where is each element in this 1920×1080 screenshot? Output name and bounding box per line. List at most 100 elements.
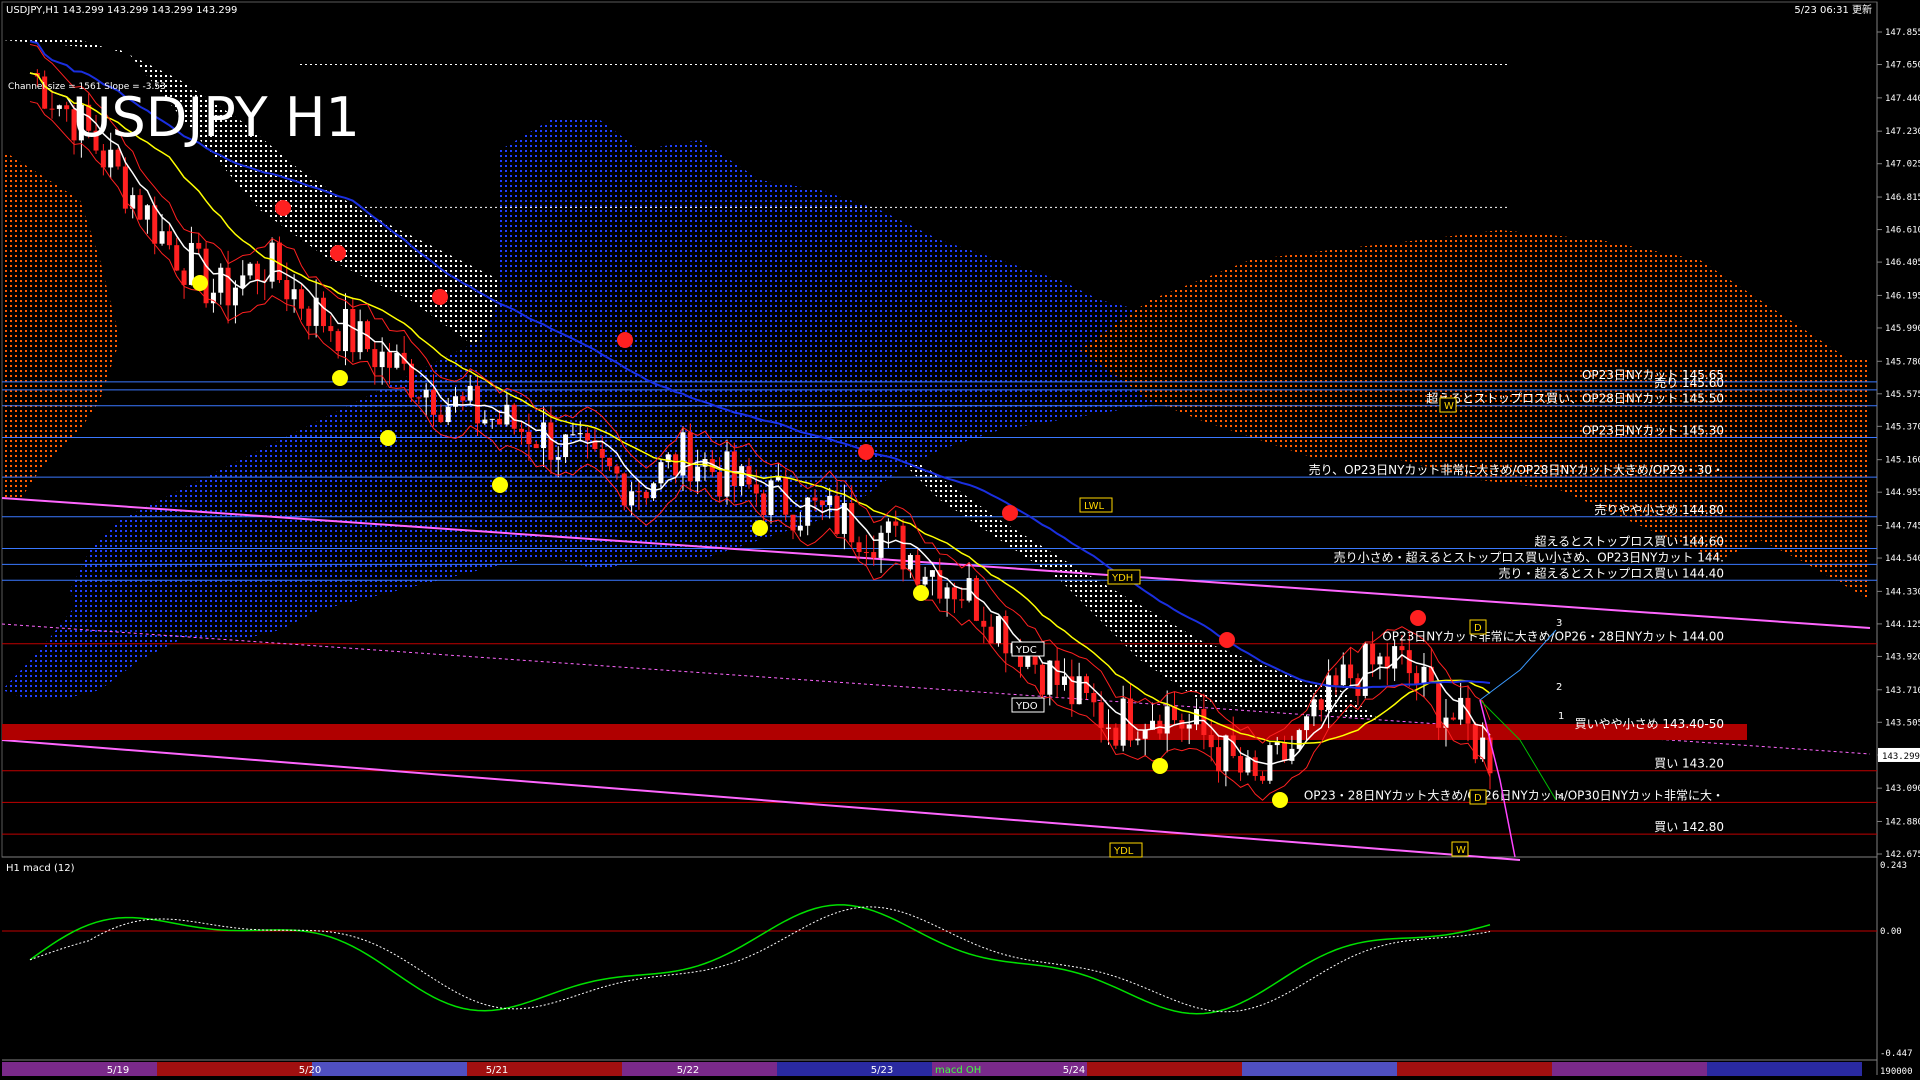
- date-bar-segment: [1707, 1062, 1862, 1076]
- candle-body: [519, 428, 525, 432]
- sell-signal-marker: [330, 245, 346, 261]
- candle-body: [1414, 673, 1420, 684]
- axis-tick-label: 143.505: [1885, 718, 1920, 728]
- candle-body: [203, 248, 209, 304]
- candle-body: [695, 466, 701, 482]
- date-bar-segment: [1397, 1062, 1552, 1076]
- candle-body: [350, 308, 356, 353]
- svg-text:YDO: YDO: [1015, 701, 1038, 712]
- level-label: OP23・28日NYカット大きめ/OP26日NYカット/OP30日NYカット非常…: [1304, 788, 1724, 802]
- candle-body: [856, 542, 862, 553]
- candle-body: [526, 431, 532, 445]
- buy-signal-marker: [913, 585, 929, 601]
- candle-body: [431, 389, 437, 415]
- candle-body: [1443, 717, 1449, 728]
- candle-body: [1216, 747, 1222, 772]
- candle-body: [438, 414, 444, 423]
- axis-tick-label: 145.160: [1885, 456, 1920, 466]
- candle-body: [563, 434, 569, 458]
- candle-body: [878, 532, 884, 558]
- candle-body: [922, 576, 928, 585]
- candle-body: [944, 587, 950, 599]
- candle-body: [1061, 676, 1067, 685]
- axis-tick-label: 144.125: [1885, 620, 1920, 630]
- candle-body: [629, 491, 635, 506]
- candle-body: [159, 231, 165, 244]
- candle-body: [460, 396, 466, 401]
- date-label: 5/19: [107, 1065, 129, 1076]
- axis-tick-label: 145.990: [1885, 324, 1920, 334]
- date-bar-segment: [157, 1062, 312, 1076]
- candle-body: [467, 385, 473, 401]
- axis-tick-label: 143.920: [1885, 652, 1920, 662]
- bottom-watermark: macd OH: [935, 1065, 981, 1076]
- candle-body: [1274, 742, 1280, 746]
- sell-signal-marker: [1002, 505, 1018, 521]
- candle-body: [328, 326, 334, 332]
- axis-tick-label: 147.650: [1885, 61, 1920, 71]
- candle-body: [871, 552, 877, 558]
- candle-body: [497, 418, 503, 425]
- candle-body: [482, 419, 488, 424]
- wave-number: 2: [1556, 682, 1562, 693]
- candle-body: [995, 616, 1001, 644]
- candle-body: [1296, 730, 1302, 749]
- candle-body: [1480, 737, 1486, 760]
- macd-line: [29, 904, 1491, 1015]
- candle-body: [64, 105, 70, 110]
- candle-body: [1326, 675, 1332, 710]
- candle-body: [1105, 727, 1111, 729]
- candle-body: [1164, 706, 1170, 734]
- candle-body: [342, 308, 348, 352]
- candle-body: [298, 289, 304, 309]
- candle-body: [1039, 664, 1045, 695]
- tag-w: W: [1439, 397, 1457, 413]
- candle-body: [196, 242, 202, 249]
- candle-body: [893, 521, 899, 526]
- candle-body: [1318, 699, 1324, 710]
- candle-body: [577, 433, 583, 435]
- candle-body: [849, 503, 855, 543]
- axis-tick-label: 147.855: [1885, 28, 1920, 38]
- svg-text:YDL: YDL: [1113, 846, 1134, 857]
- date-bar: 5/19 5/20 5/21 5/22 5/23 5/24 macd OH: [2, 1062, 1862, 1076]
- candle-body: [900, 525, 906, 570]
- candle-body: [357, 321, 363, 353]
- axis-tick-label: 143.710: [1885, 686, 1920, 696]
- axis-tick-label: 145.370: [1885, 422, 1920, 432]
- candle-body: [929, 570, 935, 577]
- candle-body: [152, 205, 158, 244]
- candle-body: [1406, 650, 1412, 674]
- svg-text:W: W: [1444, 401, 1454, 412]
- candle-body: [232, 287, 238, 306]
- candle-body: [775, 477, 781, 481]
- macd-axis-bottom: -0.447: [1880, 1049, 1913, 1059]
- candle-body: [555, 457, 561, 460]
- candle-body: [797, 525, 803, 531]
- tag-ydh: YDH: [1107, 569, 1141, 585]
- axis-tick-label: 146.195: [1885, 291, 1920, 301]
- sell-signal-marker: [432, 289, 448, 305]
- level-label: 買い 143.20: [1654, 757, 1724, 771]
- axis-tick-label: 145.780: [1885, 357, 1920, 367]
- buy-signal-marker: [1272, 792, 1288, 808]
- buy-signal-marker: [332, 370, 348, 386]
- sell-signal-marker: [1219, 632, 1235, 648]
- timestamp: 5/23 06:31 更新: [1794, 3, 1872, 16]
- candle-body: [819, 500, 825, 506]
- svg-text:LWL: LWL: [1084, 501, 1105, 512]
- date-bar-segment: [1087, 1062, 1242, 1076]
- date-bar-segment: [1552, 1062, 1707, 1076]
- candle-body: [1245, 757, 1251, 773]
- candle-body: [1135, 738, 1141, 741]
- svg-text:D: D: [1474, 793, 1482, 804]
- candle-body: [834, 495, 840, 534]
- candle-body: [658, 462, 664, 484]
- candle-body: [240, 275, 246, 288]
- candle-body: [1238, 756, 1244, 773]
- candle-body: [643, 491, 649, 499]
- candle-body: [761, 493, 767, 516]
- candle-body: [269, 242, 275, 282]
- axis-tick-label: 144.540: [1885, 554, 1920, 564]
- candle-body: [166, 231, 172, 246]
